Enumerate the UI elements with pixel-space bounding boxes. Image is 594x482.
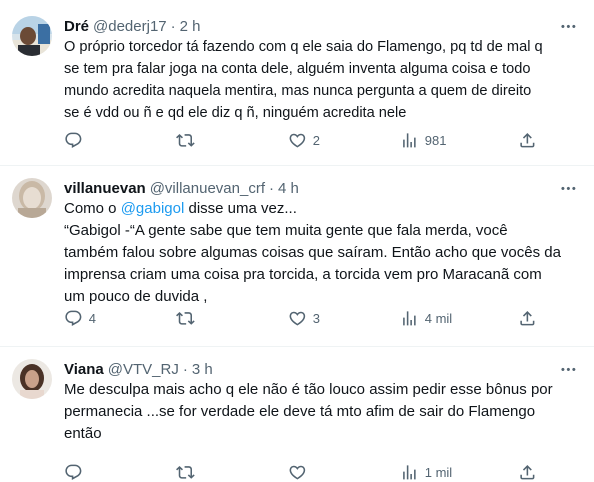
- action-bar: 4 3 4 mil: [64, 308, 578, 328]
- share-icon: [518, 463, 537, 482]
- tweet-viana[interactable]: Viana @VTV_RJ · 3 h Me desculpa mais ach…: [0, 347, 594, 482]
- reply-button[interactable]: [64, 131, 89, 150]
- retweet-button[interactable]: [176, 309, 201, 328]
- like-icon: [288, 463, 307, 482]
- views-count: 4 mil: [424, 310, 453, 326]
- more-icon[interactable]: [558, 359, 578, 379]
- views-button[interactable]: 4 mil: [400, 309, 452, 328]
- tweet-text-line: imprensa criam uma coisa pra torcida, a …: [64, 266, 542, 283]
- tweet-text: O próprio torcedor tá fazendo com q ele …: [64, 36, 584, 124]
- tweet-header: Viana @VTV_RJ · 3 h: [64, 359, 578, 379]
- views-count: 981: [424, 132, 447, 148]
- timestamp[interactable]: 2 h: [180, 18, 201, 35]
- like-icon: [288, 131, 307, 150]
- tweet-text-line: um pouco de duvida ,: [64, 288, 208, 305]
- reply-icon: [64, 309, 83, 328]
- text-suffix: disse uma vez...: [184, 200, 297, 217]
- views-button[interactable]: 1 mil: [400, 463, 452, 482]
- tweet-text-line: Me desculpa mais acho q ele não é tão lo…: [64, 381, 553, 398]
- share-icon: [518, 309, 537, 328]
- views-icon: [400, 309, 419, 328]
- retweet-icon: [176, 463, 195, 482]
- like-button[interactable]: 2: [288, 131, 320, 150]
- tweet-text-line: mundo acredita naquela mentira, mas nunc…: [64, 83, 532, 99]
- reply-button[interactable]: 4: [64, 309, 96, 328]
- user-handle[interactable]: @villanuevan_crf: [150, 180, 265, 197]
- more-icon[interactable]: [558, 178, 578, 198]
- tweet-text-line: O próprio torcedor tá fazendo com q ele …: [64, 39, 543, 55]
- tweet-text-line: se tem pra falar joga na conta dele, alg…: [64, 61, 531, 77]
- retweet-icon: [176, 309, 195, 328]
- tweet-header: Dré @dederj17 · 2 h: [64, 16, 578, 36]
- tweet-dre[interactable]: Dré @dederj17 · 2 h O próprio torcedor t…: [0, 0, 594, 166]
- reply-feed: Dré @dederj17 · 2 h O próprio torcedor t…: [0, 0, 594, 482]
- avatar[interactable]: [12, 359, 52, 399]
- timestamp[interactable]: 4 h: [278, 180, 299, 197]
- retweet-button[interactable]: [176, 463, 201, 482]
- user-handle[interactable]: @dederj17: [93, 18, 167, 35]
- tweet-text: Como o @gabigol disse uma vez... “Gabigo…: [64, 198, 584, 308]
- share-button[interactable]: [518, 463, 537, 482]
- views-count: 1 mil: [424, 464, 453, 480]
- tweet-header: villanuevan @villanuevan_crf · 4 h: [64, 178, 578, 198]
- share-button[interactable]: [518, 309, 537, 328]
- share-button[interactable]: [518, 131, 537, 150]
- user-handle[interactable]: @VTV_RJ: [108, 361, 179, 378]
- separator-dot: ·: [269, 179, 274, 197]
- reply-icon: [64, 131, 83, 150]
- tweet-text-line: Como o @gabigol disse uma vez...: [64, 198, 584, 220]
- share-icon: [518, 131, 537, 150]
- separator-dot: ·: [170, 17, 176, 35]
- timestamp[interactable]: 3 h: [192, 361, 213, 378]
- like-button[interactable]: 3: [288, 309, 320, 328]
- action-bar: 1 mil: [64, 462, 578, 482]
- tweet-text: Me desculpa mais acho q ele não é tão lo…: [64, 379, 584, 445]
- tweet-text-line: também falou sobre algumas coisas que sa…: [64, 244, 561, 261]
- text-prefix: Como o: [64, 200, 121, 217]
- retweet-button[interactable]: [176, 131, 201, 150]
- avatar-photo: [12, 359, 52, 399]
- like-button[interactable]: [288, 463, 313, 482]
- mention-link[interactable]: @gabigol: [121, 200, 185, 217]
- avatar[interactable]: [12, 178, 52, 218]
- action-bar: 2 981: [64, 130, 578, 150]
- avatar[interactable]: [12, 16, 52, 56]
- views-icon: [400, 463, 419, 482]
- tweet-villanuevan[interactable]: villanuevan @villanuevan_crf · 4 h Como …: [0, 166, 594, 347]
- like-count: 3: [312, 310, 320, 326]
- avatar-photo: [12, 178, 52, 218]
- reply-icon: [64, 463, 83, 482]
- tweet-text-line: permanecia ...se for verdade ele deve tá…: [64, 403, 536, 420]
- like-count: 2: [312, 132, 320, 148]
- display-name[interactable]: Dré: [64, 18, 89, 35]
- like-icon: [288, 309, 307, 328]
- reply-count: 4: [88, 310, 96, 326]
- reply-button[interactable]: [64, 463, 89, 482]
- separator-dot: ·: [182, 360, 188, 378]
- views-icon: [400, 131, 419, 150]
- views-button[interactable]: 981: [400, 131, 446, 150]
- tweet-text-line: “Gabigol -“A gente sabe que tem muita ge…: [64, 222, 508, 239]
- retweet-icon: [176, 131, 195, 150]
- avatar-photo: [12, 16, 52, 56]
- display-name[interactable]: villanuevan: [64, 180, 146, 197]
- tweet-text-line: então: [64, 425, 102, 442]
- display-name[interactable]: Viana: [64, 361, 104, 378]
- more-icon[interactable]: [558, 16, 578, 36]
- tweet-text-line: se é vdd ou ñ e qd ele diz q ñ, ninguém …: [64, 105, 407, 121]
